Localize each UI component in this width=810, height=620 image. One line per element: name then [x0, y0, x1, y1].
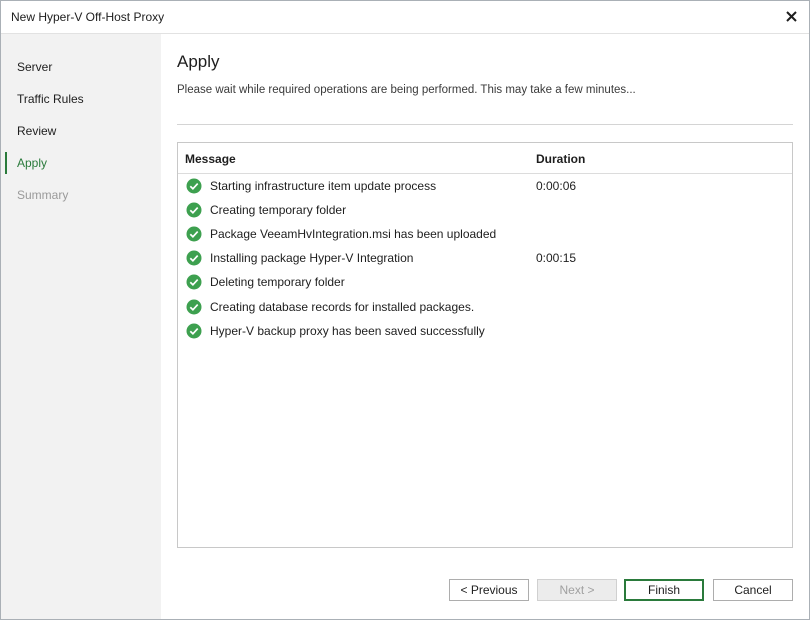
row-message: Hyper-V backup proxy has been saved succ… — [210, 324, 485, 338]
step-apply[interactable]: Apply — [17, 156, 47, 170]
wizard-steps-sidebar: Server Traffic Rules Review Apply Summar… — [1, 34, 161, 619]
next-button: Next > — [537, 579, 617, 601]
column-header-duration[interactable]: Duration — [536, 152, 585, 166]
step-review[interactable]: Review — [17, 124, 56, 138]
step-server[interactable]: Server — [17, 60, 52, 74]
table-row[interactable]: Starting infrastructure item update proc… — [178, 175, 792, 199]
active-step-indicator — [5, 152, 7, 174]
page-subtitle: Please wait while required operations ar… — [177, 84, 636, 96]
row-message: Creating database records for installed … — [210, 300, 475, 314]
row-duration: 0:00:06 — [536, 179, 577, 193]
check-circle-icon — [186, 274, 202, 290]
table-row[interactable]: Creating database records for installed … — [178, 296, 792, 320]
table-row[interactable]: Creating temporary folder — [178, 199, 792, 223]
page-title: Apply — [177, 52, 220, 71]
step-traffic-rules[interactable]: Traffic Rules — [17, 92, 84, 106]
row-message: Deleting temporary folder — [210, 275, 345, 289]
previous-button[interactable]: < Previous — [449, 579, 529, 601]
row-message: Creating temporary folder — [210, 203, 347, 217]
row-duration: 0:00:15 — [536, 251, 577, 265]
title-bar: New Hyper-V Off-Host Proxy — [1, 1, 809, 34]
finish-button[interactable]: Finish — [624, 579, 704, 601]
close-icon — [785, 10, 797, 22]
close-button[interactable] — [779, 4, 803, 28]
operations-log-table[interactable]: Message Duration Starting infrastructure… — [177, 142, 793, 548]
check-circle-icon — [186, 299, 202, 315]
window-title: New Hyper-V Off-Host Proxy — [11, 10, 165, 24]
table-row[interactable]: Hyper-V backup proxy has been saved succ… — [178, 320, 792, 344]
wizard-window: New Hyper-V Off-Host Proxy Server Traffi… — [0, 0, 810, 620]
table-row[interactable]: Deleting temporary folder — [178, 271, 792, 295]
table-row[interactable]: Installing package Hyper-V Integration 0… — [178, 247, 792, 271]
table-row[interactable]: Package VeeamHvIntegration.msi has been … — [178, 223, 792, 247]
check-circle-icon — [186, 202, 202, 218]
check-circle-icon — [186, 323, 202, 339]
table-header: Message Duration — [178, 143, 792, 174]
row-message: Package VeeamHvIntegration.msi has been … — [210, 227, 497, 241]
column-header-message[interactable]: Message — [185, 152, 236, 166]
row-message: Installing package Hyper-V Integration — [210, 251, 414, 265]
check-circle-icon — [186, 178, 202, 194]
cancel-button[interactable]: Cancel — [713, 579, 793, 601]
step-summary: Summary — [17, 188, 69, 202]
row-message: Starting infrastructure item update proc… — [210, 179, 437, 193]
divider — [177, 124, 793, 125]
main-panel: Apply Please wait while required operati… — [161, 34, 809, 619]
check-circle-icon — [186, 226, 202, 242]
check-circle-icon — [186, 250, 202, 266]
